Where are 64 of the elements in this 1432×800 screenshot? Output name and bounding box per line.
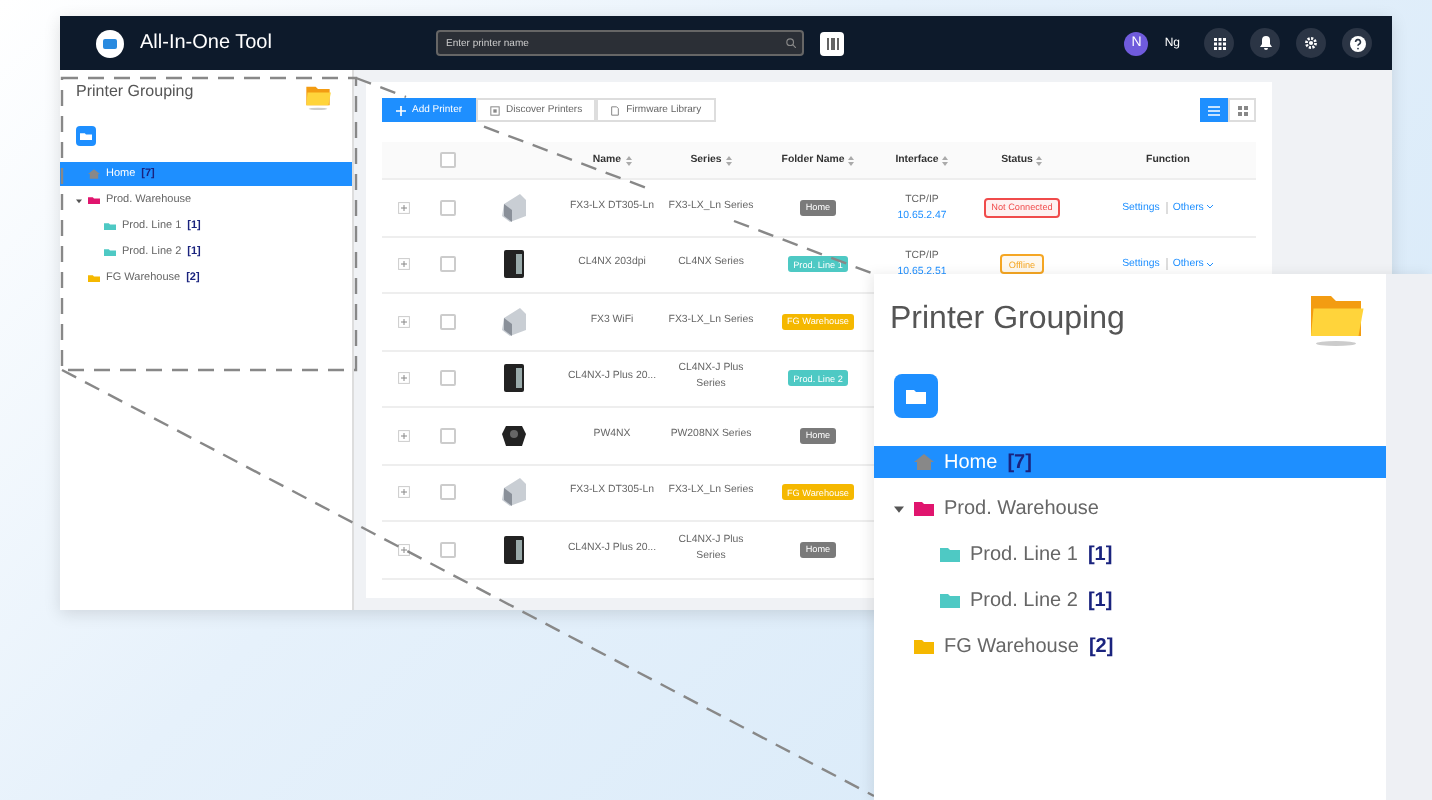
item-count: [7] [1007, 451, 1032, 473]
scan-icon [490, 105, 501, 115]
sort-icon[interactable] [625, 155, 632, 165]
view-toggle[interactable] [1200, 98, 1228, 122]
expand-icon[interactable] [398, 486, 410, 499]
grid-icon [1237, 105, 1247, 115]
item-count: [1] [1087, 543, 1113, 565]
sort-icon[interactable] [942, 155, 949, 165]
folder-icon [906, 388, 926, 404]
checkbox[interactable] [440, 152, 456, 168]
apps-button[interactable] [1204, 28, 1234, 58]
settings-icon [1304, 36, 1318, 50]
checkbox[interactable] [440, 427, 456, 444]
tree-item[interactable]: Prod. Line 2 [1] [874, 584, 1386, 616]
tree-label: FG Warehouse [944, 635, 1079, 657]
folder-illustration [304, 82, 332, 110]
expand-icon[interactable] [398, 258, 410, 271]
scan-button[interactable] [820, 31, 844, 55]
expand-icon[interactable] [398, 543, 410, 556]
checkbox[interactable] [440, 199, 456, 216]
checkbox[interactable] [440, 256, 456, 273]
help-button[interactable] [1342, 28, 1372, 58]
tree-label: Prod. Warehouse [944, 497, 1099, 519]
plus-icon [396, 105, 406, 115]
settings-button[interactable] [1296, 28, 1326, 58]
tree-item[interactable]: FG Warehouse [2] [874, 630, 1386, 662]
checkbox[interactable] [440, 370, 456, 387]
tree-label: Prod. Line 2 [970, 589, 1078, 611]
logo-icon [96, 29, 124, 57]
expand-icon[interactable] [398, 372, 410, 385]
add-folder-button[interactable] [76, 126, 96, 146]
tree-label: Prod. Line 1 [970, 543, 1078, 565]
home-icon [88, 168, 100, 180]
sort-icon[interactable] [725, 155, 732, 165]
item-count: [1] [1087, 589, 1113, 611]
app-title: All-In-One Tool [140, 32, 274, 54]
expand-icon[interactable] [398, 429, 410, 442]
home-icon [914, 452, 934, 472]
caret-icon[interactable] [894, 503, 904, 513]
help-icon [1349, 35, 1365, 51]
sort-icon[interactable] [848, 155, 855, 165]
notifications-button[interactable] [1250, 28, 1280, 58]
sidebar-title: Printer Grouping [890, 302, 1125, 338]
tree-label: Home [944, 451, 998, 473]
search-icon [786, 38, 796, 48]
caret-icon[interactable] [76, 197, 82, 203]
grid-icon [1213, 37, 1225, 49]
tree-item[interactable]: Prod. Warehouse [874, 492, 1386, 524]
sidebar-title: Printer Grouping [76, 82, 194, 100]
checkbox[interactable] [440, 541, 456, 558]
document-icon [610, 105, 621, 115]
bell-icon [1259, 36, 1271, 50]
add-folder-button[interactable] [894, 374, 938, 418]
tree-item[interactable]: Home [7] [874, 446, 1386, 478]
tree-item[interactable]: Prod. Line 1 [1] [874, 538, 1386, 570]
folder-icon [80, 131, 92, 141]
barcode-icon [825, 37, 839, 49]
list-icon [1208, 105, 1220, 115]
checkbox[interactable] [440, 484, 456, 501]
expand-icon[interactable] [398, 315, 410, 328]
item-count: [2] [1088, 635, 1114, 657]
expand-icon[interactable] [398, 201, 410, 214]
checkbox[interactable] [440, 313, 456, 330]
sort-icon[interactable] [1036, 155, 1043, 165]
